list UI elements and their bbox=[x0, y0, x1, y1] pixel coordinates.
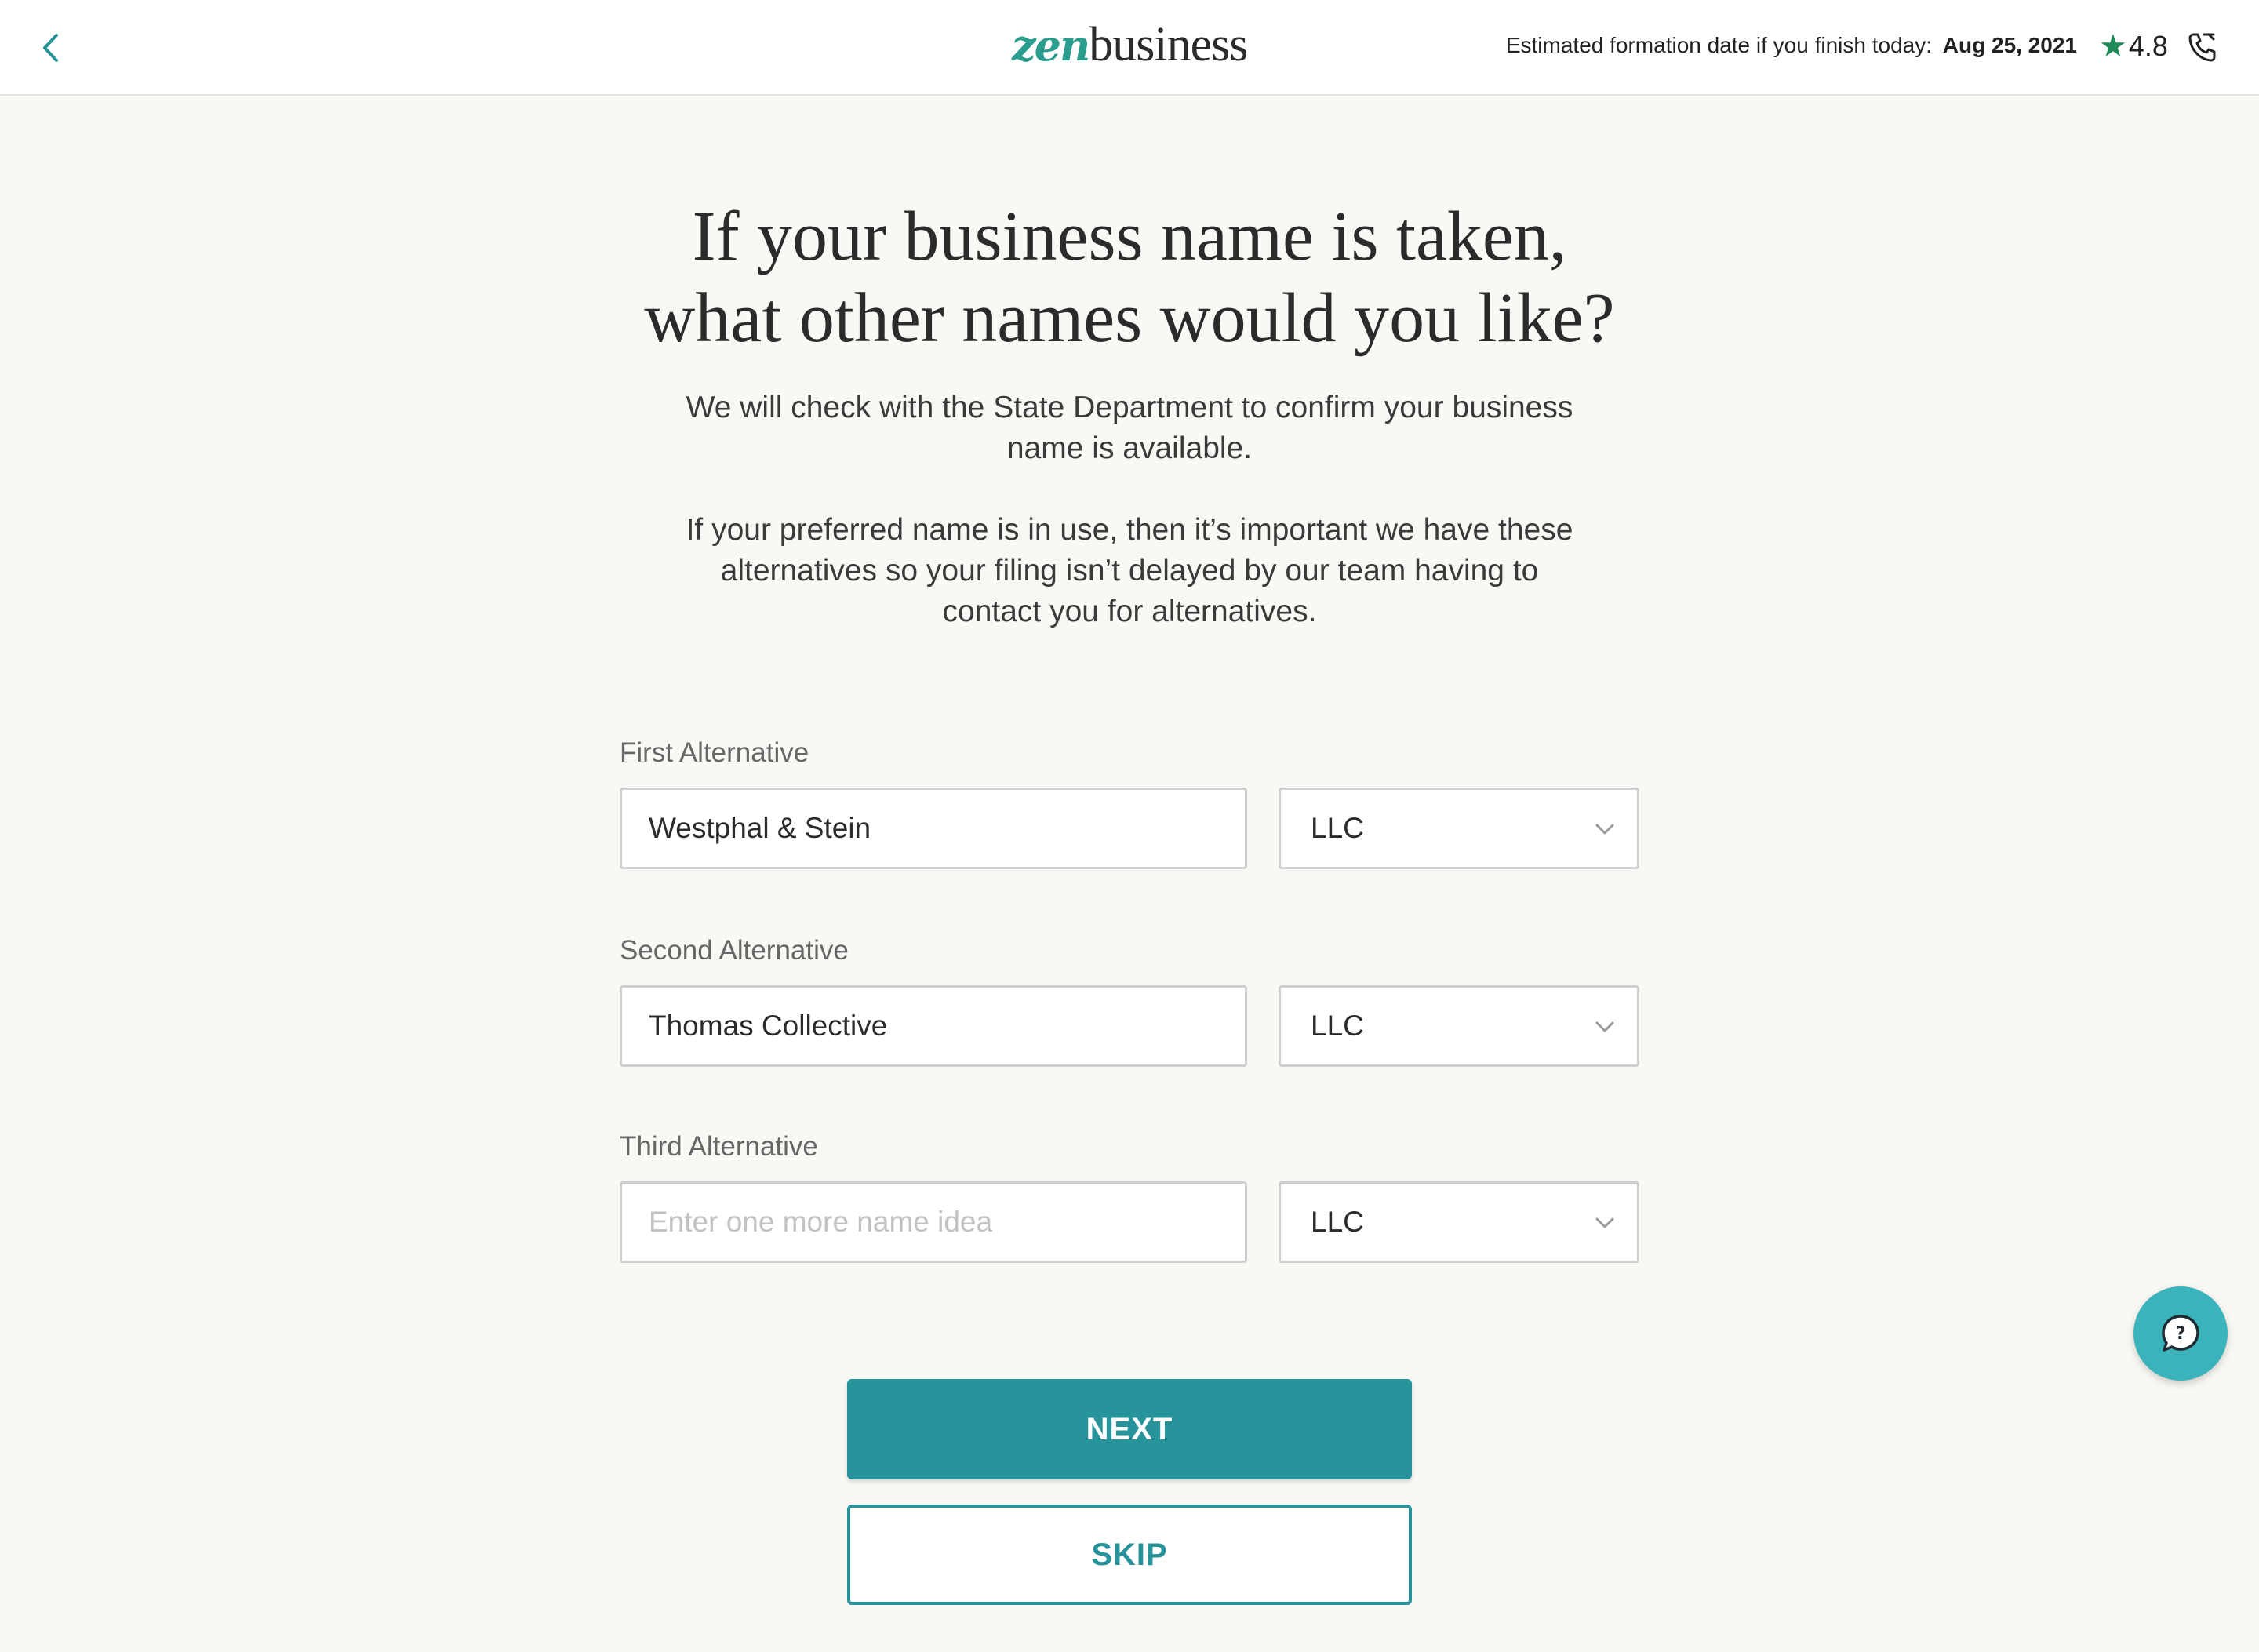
next-button[interactable]: NEXT bbox=[847, 1379, 1412, 1479]
first-alternative-input[interactable] bbox=[620, 788, 1247, 869]
chevron-down-icon bbox=[1595, 1021, 1614, 1032]
chevron-left-icon bbox=[43, 34, 58, 62]
back-button[interactable] bbox=[28, 24, 72, 72]
page-title: If your business name is taken, what oth… bbox=[502, 196, 1757, 359]
state-check-line-2: name is available. bbox=[1006, 431, 1253, 465]
chevron-down-icon bbox=[1595, 1217, 1614, 1228]
page-title-line-2: what other names would you like? bbox=[644, 279, 1615, 357]
estimate-date: Aug 25, 2021 bbox=[1942, 33, 2077, 57]
second-alternative-input[interactable] bbox=[620, 985, 1247, 1067]
phone-icon bbox=[2188, 33, 2216, 62]
explanation-line-1: If your preferred name is in use, then i… bbox=[686, 513, 1573, 547]
explanation-line-3: contact you for alternatives. bbox=[942, 595, 1317, 628]
first-alternative-label: First Alternative bbox=[620, 737, 809, 768]
estimate-label: Estimated formation date if you finish t… bbox=[1505, 33, 1933, 57]
help-chat-button[interactable]: ? bbox=[2134, 1286, 2228, 1381]
third-alternative-input[interactable] bbox=[620, 1181, 1247, 1263]
second-alternative-label: Second Alternative bbox=[620, 935, 849, 966]
top-bar: zen business Estimated formation date if… bbox=[0, 0, 2259, 96]
first-alternative-entity-select[interactable]: LLC bbox=[1279, 788, 1639, 869]
logo-business-text: business bbox=[1089, 18, 1248, 71]
skip-button[interactable]: SKIP bbox=[847, 1505, 1412, 1605]
alternatives-explanation-paragraph: If your preferred name is in use, then i… bbox=[580, 510, 1679, 632]
state-check-paragraph: We will check with the State Department … bbox=[580, 388, 1679, 469]
page-title-line-1: If your business name is taken, bbox=[692, 198, 1567, 275]
chat-question-icon: ? bbox=[2162, 1315, 2199, 1352]
third-alternative-label: Third Alternative bbox=[620, 1131, 818, 1162]
first-entity-value: LLC bbox=[1311, 812, 1364, 844]
state-check-line-1: We will check with the State Department … bbox=[686, 391, 1573, 424]
rating-value: 4.8 bbox=[2128, 30, 2168, 62]
third-entity-value: LLC bbox=[1311, 1206, 1364, 1238]
second-alternative-entity-select[interactable]: LLC bbox=[1279, 985, 1639, 1067]
phone-button[interactable] bbox=[2187, 31, 2217, 63]
estimated-formation-date: Estimated formation date if you finish t… bbox=[1506, 33, 2077, 58]
zenbusiness-logo[interactable]: zen business bbox=[1012, 17, 1248, 72]
chevron-down-icon bbox=[1595, 824, 1614, 835]
logo-zen-text: zen bbox=[1012, 20, 1090, 71]
second-entity-value: LLC bbox=[1311, 1010, 1364, 1042]
explanation-line-2: alternatives so your filing isn’t delaye… bbox=[720, 554, 1539, 588]
star-icon: ★ bbox=[2099, 29, 2127, 64]
third-alternative-entity-select[interactable]: LLC bbox=[1279, 1181, 1639, 1263]
svg-text:?: ? bbox=[2176, 1324, 2186, 1344]
rating-badge[interactable]: ★ 4.8 bbox=[2099, 28, 2168, 64]
